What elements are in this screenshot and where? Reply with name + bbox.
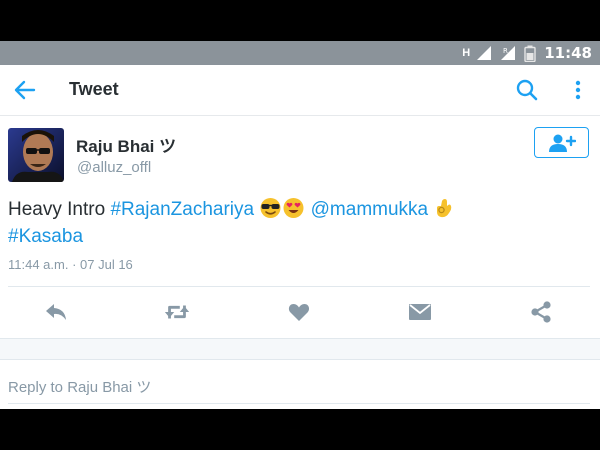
tweet-detail: Raju Bhai ツ @alluz_offl Heavy Intro #Raj… — [0, 116, 600, 409]
status-bar: H R 11:48 — [0, 41, 600, 65]
section-separator — [0, 338, 600, 360]
signal-icon — [477, 46, 492, 60]
share-icon — [531, 301, 551, 323]
heart-icon — [288, 304, 310, 321]
page-title: Tweet — [69, 79, 119, 99]
search-icon — [516, 79, 538, 101]
tweet-timestamp: 11:44 a.m. · 07 Jul 16 — [8, 257, 133, 272]
reply-button[interactable] — [42, 300, 70, 324]
direct-message-button[interactable] — [406, 300, 434, 324]
app-bar: Tweet — [0, 65, 600, 116]
top-black-margin — [0, 0, 600, 41]
reply-icon — [46, 304, 66, 320]
back-button[interactable] — [12, 78, 38, 102]
tweet-text: Heavy Intro #RajanZachariya @mammukka #K… — [8, 196, 588, 250]
tweet-actions — [0, 288, 600, 338]
ok-hand-icon — [437, 199, 452, 218]
profile-photo-image — [8, 128, 64, 182]
heart-eyes-face-icon — [283, 198, 304, 218]
retweet-icon — [164, 305, 190, 319]
avatar[interactable] — [8, 128, 64, 182]
mention-link[interactable]: @mammukka — [311, 199, 428, 220]
author-handle[interactable]: @alluz_offl — [77, 159, 151, 176]
envelope-icon — [409, 304, 431, 320]
arrow-left-icon — [14, 80, 36, 100]
search-button[interactable] — [515, 78, 539, 102]
add-user-icon — [548, 134, 576, 152]
roaming-signal-icon: R — [501, 46, 516, 60]
follow-button[interactable] — [534, 127, 589, 158]
reply-placeholder: Reply to Raju Bhai ツ — [8, 379, 152, 396]
like-button[interactable] — [285, 300, 313, 324]
reply-input[interactable]: Reply to Raju Bhai ツ — [0, 360, 600, 405]
sunglasses-face-icon — [260, 198, 281, 218]
tweet-text-plain: Heavy Intro — [8, 199, 106, 220]
hashtag-link[interactable]: #Kasaba — [8, 226, 83, 247]
hashtag-link[interactable]: #RajanZachariya — [110, 199, 254, 220]
author-name[interactable]: Raju Bhai ツ — [76, 132, 176, 157]
clock: 11:48 — [544, 44, 592, 62]
more-vertical-icon — [575, 80, 581, 100]
battery-icon — [524, 45, 536, 62]
svg-text:R: R — [503, 47, 508, 55]
bottom-black-margin — [0, 409, 600, 450]
network-type-label: H — [462, 47, 471, 59]
share-button[interactable] — [527, 300, 555, 324]
retweet-button[interactable] — [163, 300, 191, 324]
reply-underline — [8, 403, 590, 404]
divider — [8, 286, 590, 287]
overflow-menu-button[interactable] — [568, 78, 588, 102]
